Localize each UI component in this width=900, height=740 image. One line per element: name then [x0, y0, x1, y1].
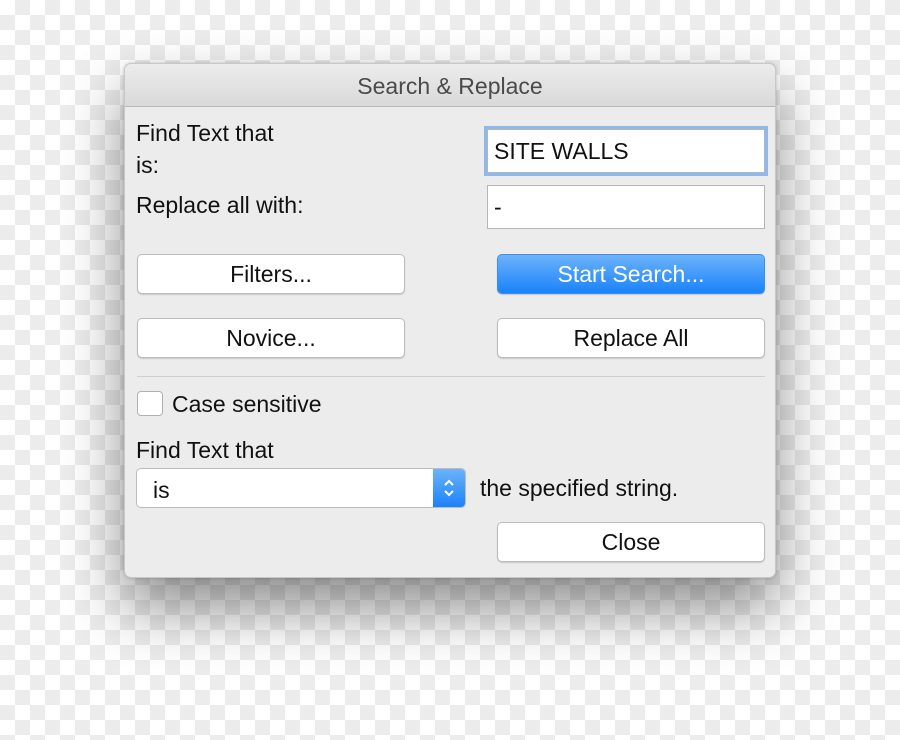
window-title: Search & Replace — [125, 64, 775, 107]
filters-button[interactable]: Filters... — [137, 254, 405, 294]
match-mode-value: is — [153, 477, 170, 503]
find-label-is: is: — [136, 152, 159, 178]
close-button[interactable]: Close — [497, 522, 765, 562]
search-replace-dialog: Search & Replace Find Text that is: SITE… — [124, 63, 776, 578]
find-label: Find Text that — [136, 120, 274, 146]
novice-button[interactable]: Novice... — [137, 318, 405, 358]
divider — [137, 376, 765, 377]
start-search-button[interactable]: Start Search... — [497, 254, 765, 294]
replace-value: - — [494, 193, 502, 220]
find-text-value: SITE WALLS — [494, 137, 629, 164]
find-text-input[interactable]: SITE WALLS — [487, 129, 765, 173]
case-sensitive-checkbox[interactable] — [137, 391, 163, 416]
match-label: Find Text that — [136, 437, 274, 463]
match-mode-select[interactable]: is — [136, 468, 466, 508]
replace-input[interactable]: - — [487, 185, 765, 229]
chevron-up-down-icon[interactable] — [433, 469, 465, 507]
match-suffix-text: the specified string. — [480, 475, 679, 501]
replace-all-button[interactable]: Replace All — [497, 318, 765, 358]
replace-label: Replace all with: — [136, 192, 304, 218]
case-sensitive-label: Case sensitive — [172, 391, 322, 417]
